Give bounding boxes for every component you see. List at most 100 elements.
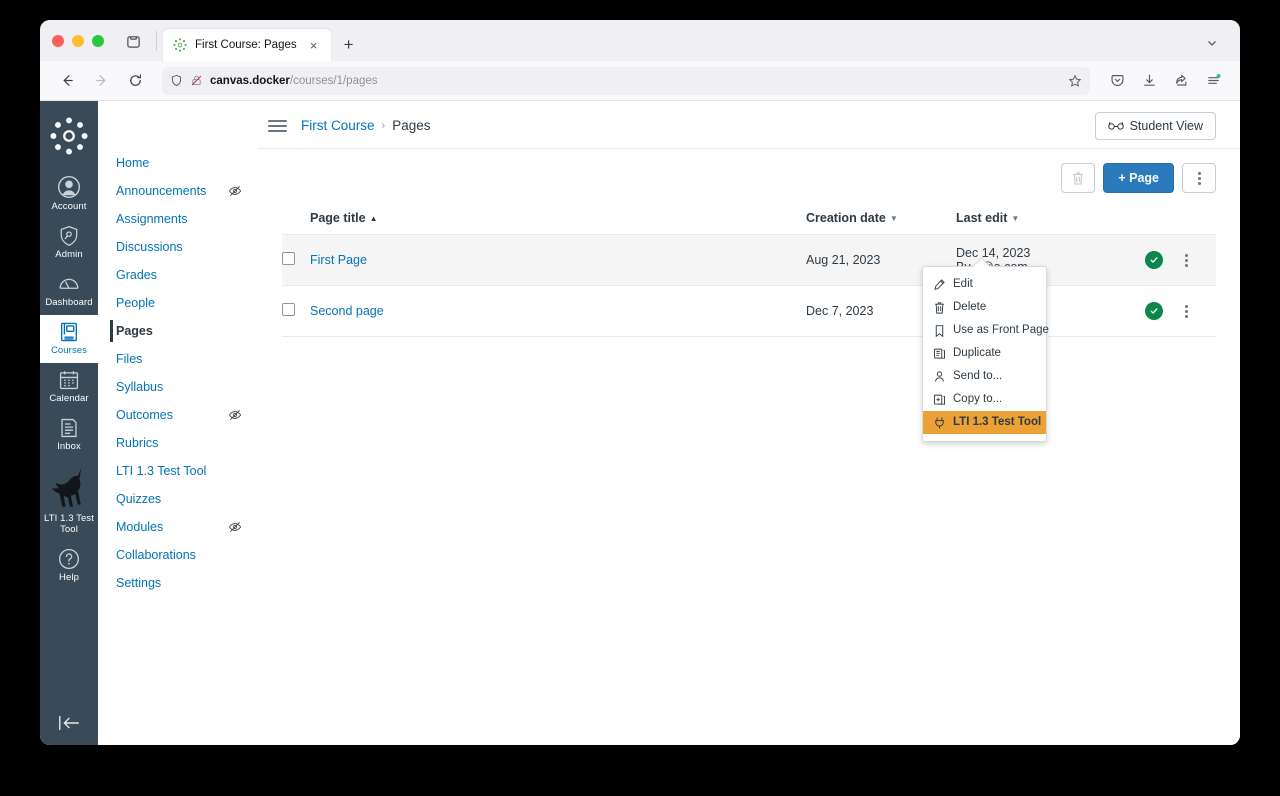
url-host: canvas.docker <box>210 74 290 87</box>
sidebar-item-inbox[interactable]: Inbox <box>40 411 98 459</box>
table-row[interactable]: First Page Aug 21, 2023 Dec 14, 2023 By … <box>282 234 1216 286</box>
course-nav-item-rubrics[interactable]: Rubrics <box>98 429 258 457</box>
sidebar-item-dashboard[interactable]: Dashboard <box>40 267 98 315</box>
column-header-creation-date[interactable]: Creation date ▼ <box>806 205 956 235</box>
address-bar[interactable]: canvas.docker/courses/1/pages <box>162 66 1090 95</box>
course-nav-item-lti-test-tool[interactable]: LTI 1.3 Test Tool <box>98 457 258 485</box>
course-nav-item-announcements[interactable]: Announcements <box>98 177 258 205</box>
minimize-window-button[interactable] <box>72 34 84 47</box>
course-nav-item-settings[interactable]: Settings <box>98 569 258 597</box>
hamburger-icon[interactable] <box>268 116 287 136</box>
calendar-icon <box>58 369 80 391</box>
sidebar-item-admin[interactable]: Admin <box>40 219 98 267</box>
published-status-badge[interactable] <box>1145 251 1163 269</box>
add-page-button[interactable]: + Page <box>1103 163 1174 193</box>
course-nav-item-modules[interactable]: Modules <box>98 513 258 541</box>
menu-item-edit[interactable]: Edit <box>923 273 1046 296</box>
course-nav-label: Quizzes <box>116 492 162 506</box>
menu-item-label: Edit <box>953 278 973 290</box>
delete-pages-button[interactable] <box>1061 163 1096 193</box>
duplicate-icon <box>932 347 946 360</box>
share-icon[interactable] <box>1166 66 1196 96</box>
reload-button[interactable] <box>120 66 150 96</box>
downloads-icon[interactable] <box>1134 66 1164 96</box>
browser-window: First Course: Pages × + canvas.docker/co… <box>40 20 1240 745</box>
sidebar-item-courses[interactable]: Courses <box>40 315 98 363</box>
row-checkbox[interactable] <box>282 303 295 316</box>
sidebar-item-account[interactable]: Account <box>40 169 98 219</box>
menu-item-copy-to[interactable]: Copy to... <box>923 388 1046 411</box>
course-nav-item-assignments[interactable]: Assignments <box>98 205 258 233</box>
trash-icon <box>932 301 946 315</box>
close-tab-button[interactable]: × <box>305 36 323 54</box>
close-window-button[interactable] <box>52 34 64 47</box>
row-more-options-button[interactable] <box>1185 304 1188 318</box>
pages-more-options-button[interactable] <box>1182 163 1216 193</box>
sidebar-item-label: Dashboard <box>45 297 93 308</box>
canvas-application: Account Admin Dashboard Courses Calendar… <box>40 101 1240 745</box>
student-view-label: Student View <box>1129 118 1203 133</box>
browser-tab[interactable]: First Course: Pages × <box>163 29 331 61</box>
page-title-link[interactable]: First Page <box>310 253 367 267</box>
pocket-icon[interactable] <box>1102 66 1132 96</box>
course-nav-item-grades[interactable]: Grades <box>98 261 258 289</box>
sidebar-item-label: Help <box>59 572 79 583</box>
sidebar-item-help[interactable]: Help <box>40 542 98 590</box>
student-view-button[interactable]: Student View <box>1094 111 1216 140</box>
chevron-down-icon[interactable] <box>1198 29 1226 57</box>
new-tab-button[interactable]: + <box>335 30 363 58</box>
collapse-nav-button[interactable] <box>40 713 98 733</box>
row-title-cell: Second page <box>310 285 806 337</box>
menu-item-use-as-front-page[interactable]: Use as Front Page <box>923 319 1049 342</box>
eyeglasses-icon <box>1107 120 1124 131</box>
back-button[interactable] <box>52 66 82 96</box>
course-nav-item-outcomes[interactable]: Outcomes <box>98 401 258 429</box>
pages-table-container: Page title▲ Creation date▼ Last edit▼ <box>258 193 1240 337</box>
firefox-sidebar-toggle-icon[interactable] <box>118 26 148 56</box>
column-header-page-title[interactable]: Page title ▲ <box>310 205 806 235</box>
page-actions-menu: Edit Delete Use as Front Page Duplicate … <box>922 266 1049 442</box>
menu-item-lti-test-tool[interactable]: LTI 1.3 Test Tool <box>923 411 1046 434</box>
table-row[interactable]: Second page Dec 7, 2023 Dec 7, 2023 By a… <box>282 285 1216 337</box>
pencil-icon <box>932 278 946 291</box>
page-title-link[interactable]: Second page <box>310 304 384 318</box>
sidebar-item-lti-test-tool[interactable]: LTI 1.3 Test Tool <box>40 459 98 542</box>
copy-icon <box>932 393 946 406</box>
insecure-lock-icon[interactable] <box>190 74 203 87</box>
breadcrumb-current: Pages <box>392 118 431 133</box>
course-nav-item-pages[interactable]: Pages <box>98 317 258 345</box>
course-nav-label: LTI 1.3 Test Tool <box>116 464 207 478</box>
course-nav-item-files[interactable]: Files <box>98 345 258 373</box>
course-nav-item-syllabus[interactable]: Syllabus <box>98 373 258 401</box>
menu-item-send-to[interactable]: Send to... <box>923 365 1046 388</box>
app-menu-icon[interactable] <box>1198 66 1228 96</box>
collapse-nav-icon <box>57 713 81 733</box>
user-icon <box>57 175 81 199</box>
course-nav-item-home[interactable]: Home <box>98 149 258 177</box>
trash-icon <box>1071 171 1085 186</box>
sidebar-item-calendar[interactable]: Calendar <box>40 363 98 411</box>
course-nav-label: Modules <box>116 520 164 534</box>
maximize-window-button[interactable] <box>92 34 104 47</box>
course-nav-label: Pages <box>116 324 153 338</box>
course-nav-item-people[interactable]: People <box>98 289 258 317</box>
forward-button[interactable] <box>86 66 116 96</box>
course-nav-item-quizzes[interactable]: Quizzes <box>98 485 258 513</box>
published-status-badge[interactable] <box>1145 302 1163 320</box>
menu-item-delete[interactable]: Delete <box>923 296 1046 319</box>
tab-strip-divider <box>156 31 157 51</box>
breadcrumb-course-link[interactable]: First Course <box>301 118 375 133</box>
canvas-logo-icon[interactable] <box>50 117 88 155</box>
row-checkbox[interactable] <box>282 252 295 265</box>
course-nav-item-collaborations[interactable]: Collaborations <box>98 541 258 569</box>
last-edit-date: Dec 14, 2023 <box>956 246 1031 260</box>
menu-item-label: Copy to... <box>953 393 1003 405</box>
shield-tracking-icon[interactable] <box>170 74 183 87</box>
course-nav-label: Assignments <box>116 212 188 226</box>
pages-table: Page title▲ Creation date▼ Last edit▼ <box>282 205 1216 337</box>
row-more-options-button[interactable] <box>1185 253 1188 267</box>
course-nav-item-discussions[interactable]: Discussions <box>98 233 258 261</box>
bookmark-star-icon[interactable] <box>1068 74 1082 88</box>
menu-item-duplicate[interactable]: Duplicate <box>923 342 1046 365</box>
column-header-last-edit[interactable]: Last edit ▼ <box>956 205 1106 235</box>
